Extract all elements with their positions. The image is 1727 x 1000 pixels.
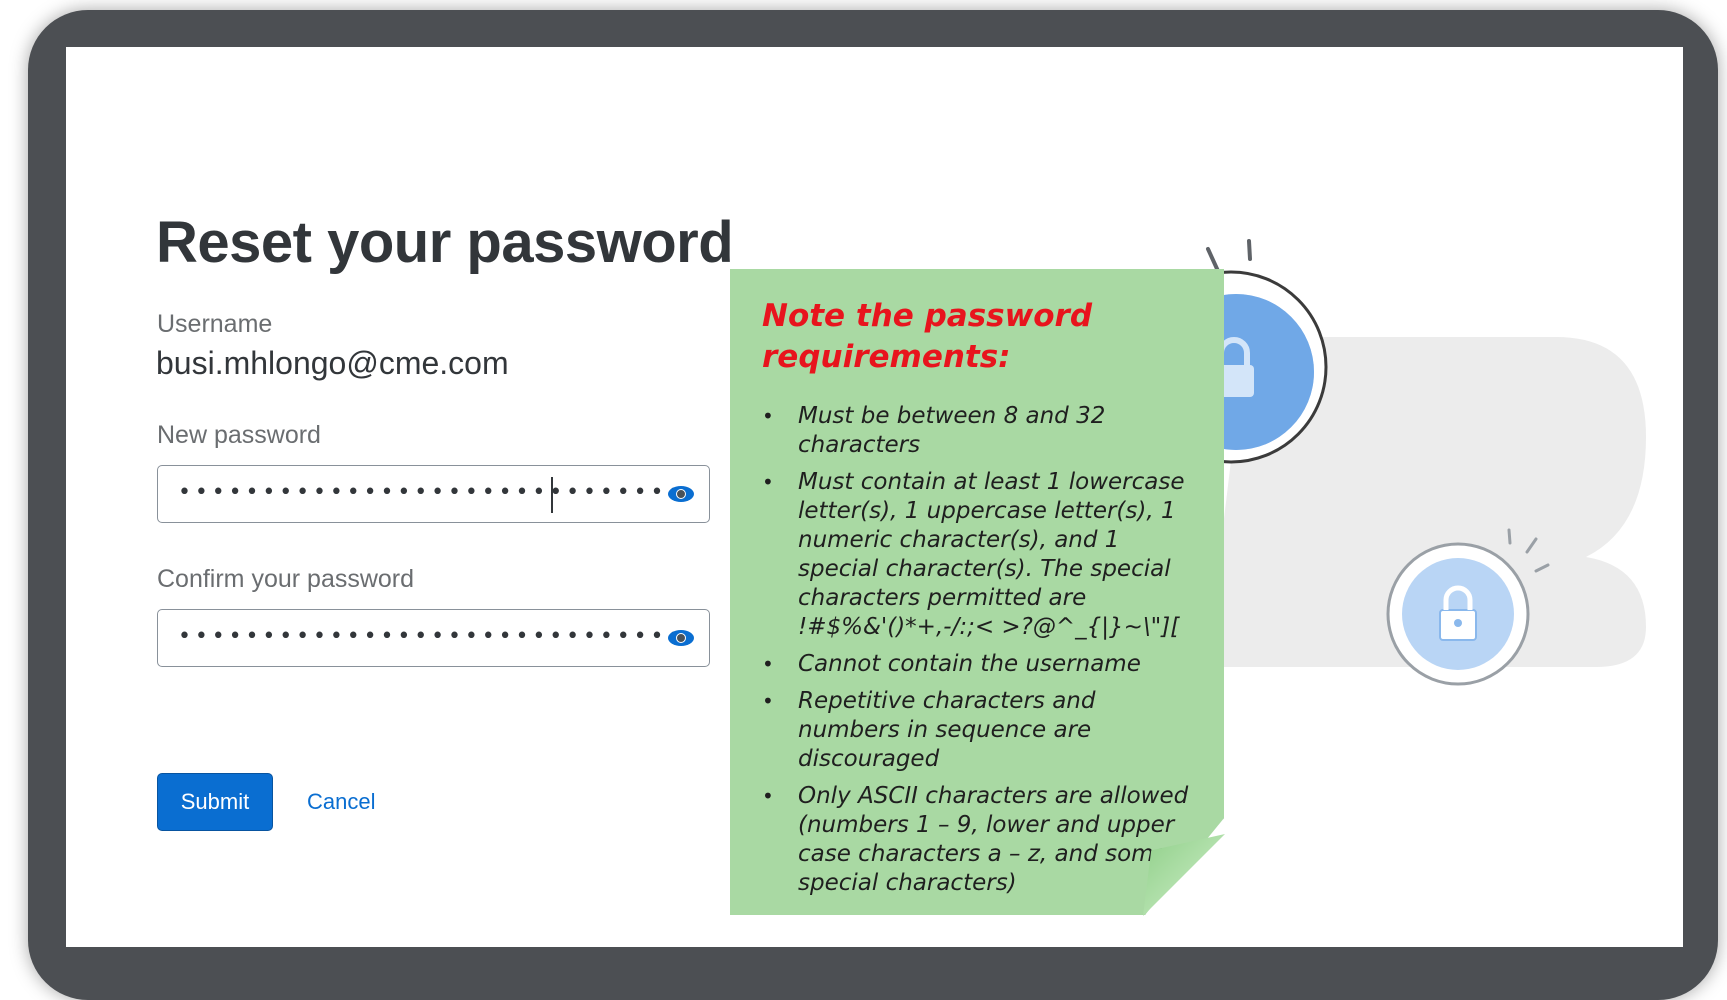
confirm-password-field[interactable]: •••••••••••••••••••••••••••••• [157, 609, 710, 667]
requirements-list: • Must be between 8 and 32 characters • Mu… [762, 402, 1202, 906]
text-caret [551, 477, 553, 513]
cancel-link[interactable]: Cancel [307, 789, 375, 815]
list-item: • Only ASCII characters are allowed (numb… [762, 782, 1202, 898]
list-item: • Must be between 8 and 32 characters [762, 402, 1202, 460]
username-value: busi.mhlongo@cme.com [156, 345, 509, 381]
requirement-text: Repetitive characters and numbers in seq… [798, 688, 1096, 772]
requirement-text: Must contain at least 1 lowercase letter… [798, 469, 1185, 640]
password-requirements-note: Note the password requirements: • Must be… [730, 269, 1224, 915]
list-item: • Cannot contain the username [762, 650, 1202, 679]
confirm-password-label: Confirm your password [157, 565, 415, 593]
confirm-password-value: •••••••••••••••••••••••••••••• [178, 624, 685, 649]
list-item: • Repetitive characters and numbers in se… [762, 687, 1202, 774]
eye-icon[interactable] [668, 486, 694, 502]
list-item: • Must contain at least 1 lowercase lette… [762, 468, 1202, 642]
note-title: Note the password requirements: [762, 298, 1093, 375]
bullet-icon: • [762, 652, 774, 676]
new-password-value: •••••••••••••••••••••••••••••• [178, 480, 685, 505]
requirement-text: Only ASCII characters are allowed (numbe… [798, 783, 1189, 896]
bullet-icon: • [762, 404, 774, 428]
requirement-text: Must be between 8 and 32 characters [798, 403, 1106, 458]
page-title: Reset your password [156, 210, 734, 275]
new-password-label: New password [157, 421, 321, 449]
username-label: Username [157, 310, 273, 338]
bullet-icon: • [762, 470, 774, 494]
bullet-icon: • [762, 784, 774, 808]
small-lock-icon [1386, 542, 1530, 686]
eye-icon[interactable] [668, 630, 694, 646]
new-password-field[interactable]: •••••••••••••••••••••••••••••• [157, 465, 710, 523]
requirement-text: Cannot contain the username [798, 651, 1141, 677]
submit-button[interactable]: Submit [157, 773, 273, 831]
bullet-icon: • [762, 689, 774, 713]
